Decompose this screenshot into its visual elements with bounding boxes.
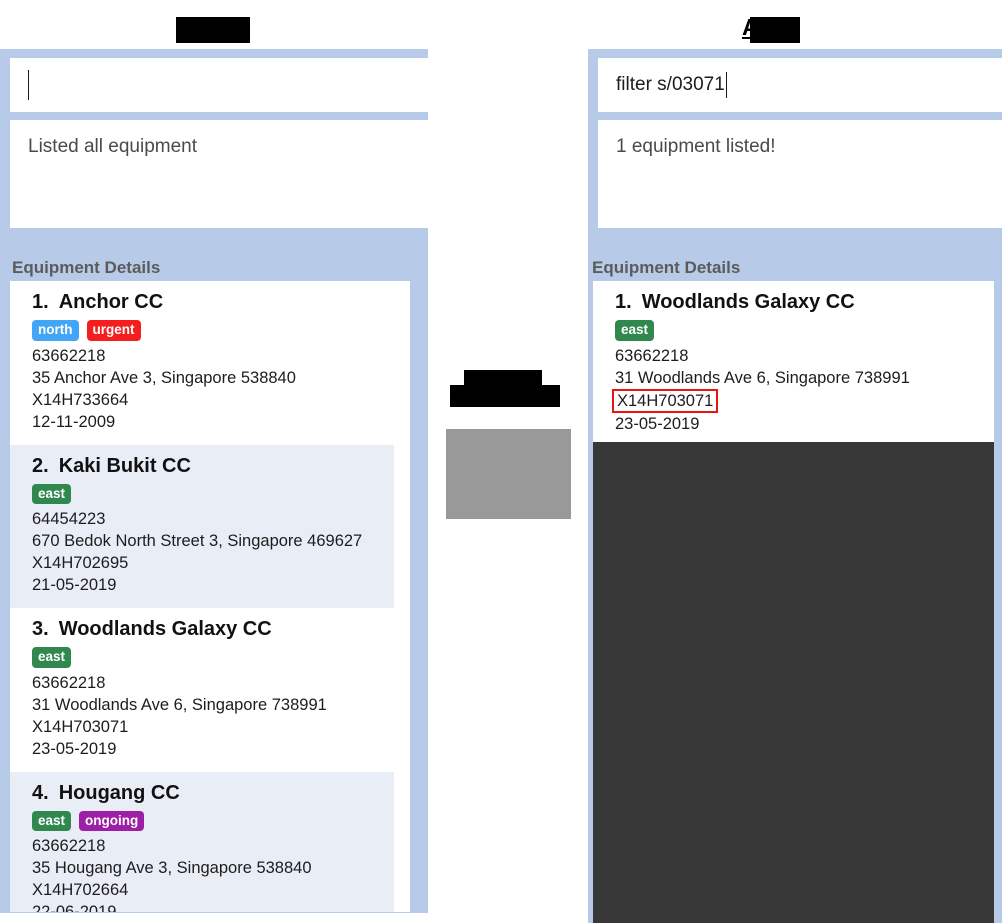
equipment-card[interactable]: 1. Anchor CC north urgent 63662218 35 Anchor … xyxy=(10,281,410,445)
equipment-date: 12-11-2009 xyxy=(32,412,116,431)
middle-gray-placeholder-box xyxy=(446,429,571,519)
equipment-tag: east xyxy=(32,483,72,504)
text-caret-icon xyxy=(725,72,727,98)
equipment-serial: X14H703071 xyxy=(612,388,719,413)
left-result-display: Listed all equipment xyxy=(10,120,428,228)
left-command-input[interactable] xyxy=(10,58,428,112)
equipment-tag-row: east ongoing xyxy=(32,810,410,831)
equipment-address-row: 670 Bedok North Street 3, Singapore 4696… xyxy=(32,530,410,552)
equipment-tag: north xyxy=(32,320,79,341)
equipment-date: 23-05-2019 xyxy=(615,414,700,433)
equipment-date: 22-06-2019 xyxy=(32,903,117,912)
equipment-date: 21-05-2019 xyxy=(32,576,117,594)
left-details-header: Equipment Details xyxy=(12,258,161,277)
equipment-address-row: 35 Anchor Ave 3, Singapore 538840 xyxy=(32,367,410,389)
equipment-date-row: 22-06-2019 xyxy=(32,901,410,912)
equipment-phone: 63662218 xyxy=(32,837,106,855)
equipment-phone: 63662218 xyxy=(32,346,106,365)
equipment-tag-row: east xyxy=(32,483,410,504)
equipment-card[interactable]: 2. Kaki Bukit CC east 64454223 670 Bedok Nor… xyxy=(10,444,410,608)
equipment-tag: east xyxy=(32,810,72,831)
left-title-redaction-bar xyxy=(176,17,250,43)
equipment-index: 3. xyxy=(32,618,49,640)
equipment-tag: east xyxy=(615,320,655,341)
equipment-name: Hougang CC xyxy=(58,781,180,804)
equipment-tag-row: east xyxy=(32,647,410,668)
left-equipment-list[interactable]: 1. Anchor CC north urgent 63662218 35 Anchor … xyxy=(10,281,410,912)
equipment-phone: 64454223 xyxy=(32,510,106,528)
equipment-phone-row: 63662218 xyxy=(32,835,410,857)
text-caret-icon xyxy=(28,70,29,100)
equipment-title: 1. Woodlands Galaxy CC xyxy=(615,291,994,314)
equipment-phone: 63662218 xyxy=(32,673,106,692)
equipment-phone-row: 63662218 xyxy=(32,345,410,367)
equipment-serial-row: X14H733664 xyxy=(32,389,410,411)
equipment-serial-row: X14H703071 xyxy=(612,388,994,413)
equipment-title: 3. Woodlands Galaxy CC xyxy=(32,618,410,641)
equipment-address: 670 Bedok North Street 3, Singapore 4696… xyxy=(32,532,363,550)
equipment-serial: X14H703071 xyxy=(32,717,129,736)
equipment-title: 4. Hougang CC xyxy=(32,782,410,805)
equipment-name: Kaki Bukit CC xyxy=(58,454,191,477)
equipment-address: 31 Woodlands Ave 6, Singapore 738991 xyxy=(32,695,327,714)
equipment-index: 1. xyxy=(32,291,49,313)
equipment-name: Anchor CC xyxy=(58,291,164,313)
equipment-address-row: 31 Woodlands Ave 6, Singapore 738991 xyxy=(32,694,410,716)
equipment-name: Woodlands Galaxy CC xyxy=(641,291,855,313)
equipment-tag: urgent xyxy=(86,320,141,341)
middle-caption-redaction-bar xyxy=(450,385,560,407)
equipment-serial: X14H733664 xyxy=(32,390,129,409)
equipment-serial-row: X14H702664 xyxy=(32,879,410,901)
equipment-date: 23-05-2019 xyxy=(32,739,117,758)
equipment-index: 1. xyxy=(615,291,632,313)
equipment-phone-row: 63662218 xyxy=(32,672,410,694)
equipment-title: 1. Anchor CC xyxy=(32,291,410,314)
right-title-redaction-bar xyxy=(750,17,800,43)
equipment-card[interactable]: 3. Woodlands Galaxy CC east 63662218 31 Wood… xyxy=(10,608,410,772)
right-command-input[interactable]: filter s/03071 xyxy=(598,58,1002,112)
equipment-address-row: 35 Hougang Ave 3, Singapore 538840 xyxy=(32,857,410,879)
equipment-serial-row: X14H703071 xyxy=(32,716,410,738)
right-command-input-value: filter s/03071 xyxy=(616,74,725,95)
screenshot-root: Before After Listed all equipment Equipm… xyxy=(0,0,1002,923)
equipment-address-row: 31 Woodlands Ave 6, Singapore 738991 xyxy=(615,367,994,389)
right-equipment-list[interactable]: 1. Woodlands Galaxy CC east 63662218 31 Wood… xyxy=(593,281,994,442)
equipment-serial-row: X14H702695 xyxy=(32,552,410,574)
equipment-tag-row: north urgent xyxy=(32,320,410,341)
equipment-tag: east xyxy=(32,647,72,668)
equipment-name: Woodlands Galaxy CC xyxy=(58,618,272,640)
left-list-scrollbar-track[interactable] xyxy=(394,281,801,912)
equipment-address: 35 Hougang Ave 3, Singapore 538840 xyxy=(32,859,312,877)
right-console-area xyxy=(593,442,994,923)
equipment-phone-row: 64454223 xyxy=(32,508,410,530)
right-details-header: Equipment Details xyxy=(592,258,741,277)
right-result-display: 1 equipment listed! xyxy=(598,120,1002,228)
equipment-card[interactable]: 4. Hougang CC east ongoing 63662218 35 Hougan… xyxy=(10,771,410,912)
equipment-card[interactable]: 1. Woodlands Galaxy CC east 63662218 31 Wood… xyxy=(593,281,994,442)
equipment-phone-row: 63662218 xyxy=(615,345,994,367)
equipment-serial: X14H702695 xyxy=(32,554,129,572)
equipment-serial: X14H702664 xyxy=(32,881,129,899)
equipment-phone: 63662218 xyxy=(615,346,689,365)
equipment-title: 2. Kaki Bukit CC xyxy=(32,455,410,478)
equipment-tag-row: east xyxy=(615,320,994,341)
equipment-date-row: 23-05-2019 xyxy=(615,413,994,435)
equipment-index: 4. xyxy=(32,781,49,804)
equipment-date-row: 23-05-2019 xyxy=(32,738,410,760)
equipment-tag: ongoing xyxy=(79,810,145,831)
right-result-message: 1 equipment listed! xyxy=(616,136,776,157)
equipment-index: 2. xyxy=(32,454,49,477)
left-result-message: Listed all equipment xyxy=(28,136,197,157)
equipment-address: 31 Woodlands Ave 6, Singapore 738991 xyxy=(615,368,910,387)
equipment-date-row: 12-11-2009 xyxy=(32,411,410,433)
equipment-address: 35 Anchor Ave 3, Singapore 538840 xyxy=(32,368,296,387)
equipment-date-row: 21-05-2019 xyxy=(32,574,410,596)
